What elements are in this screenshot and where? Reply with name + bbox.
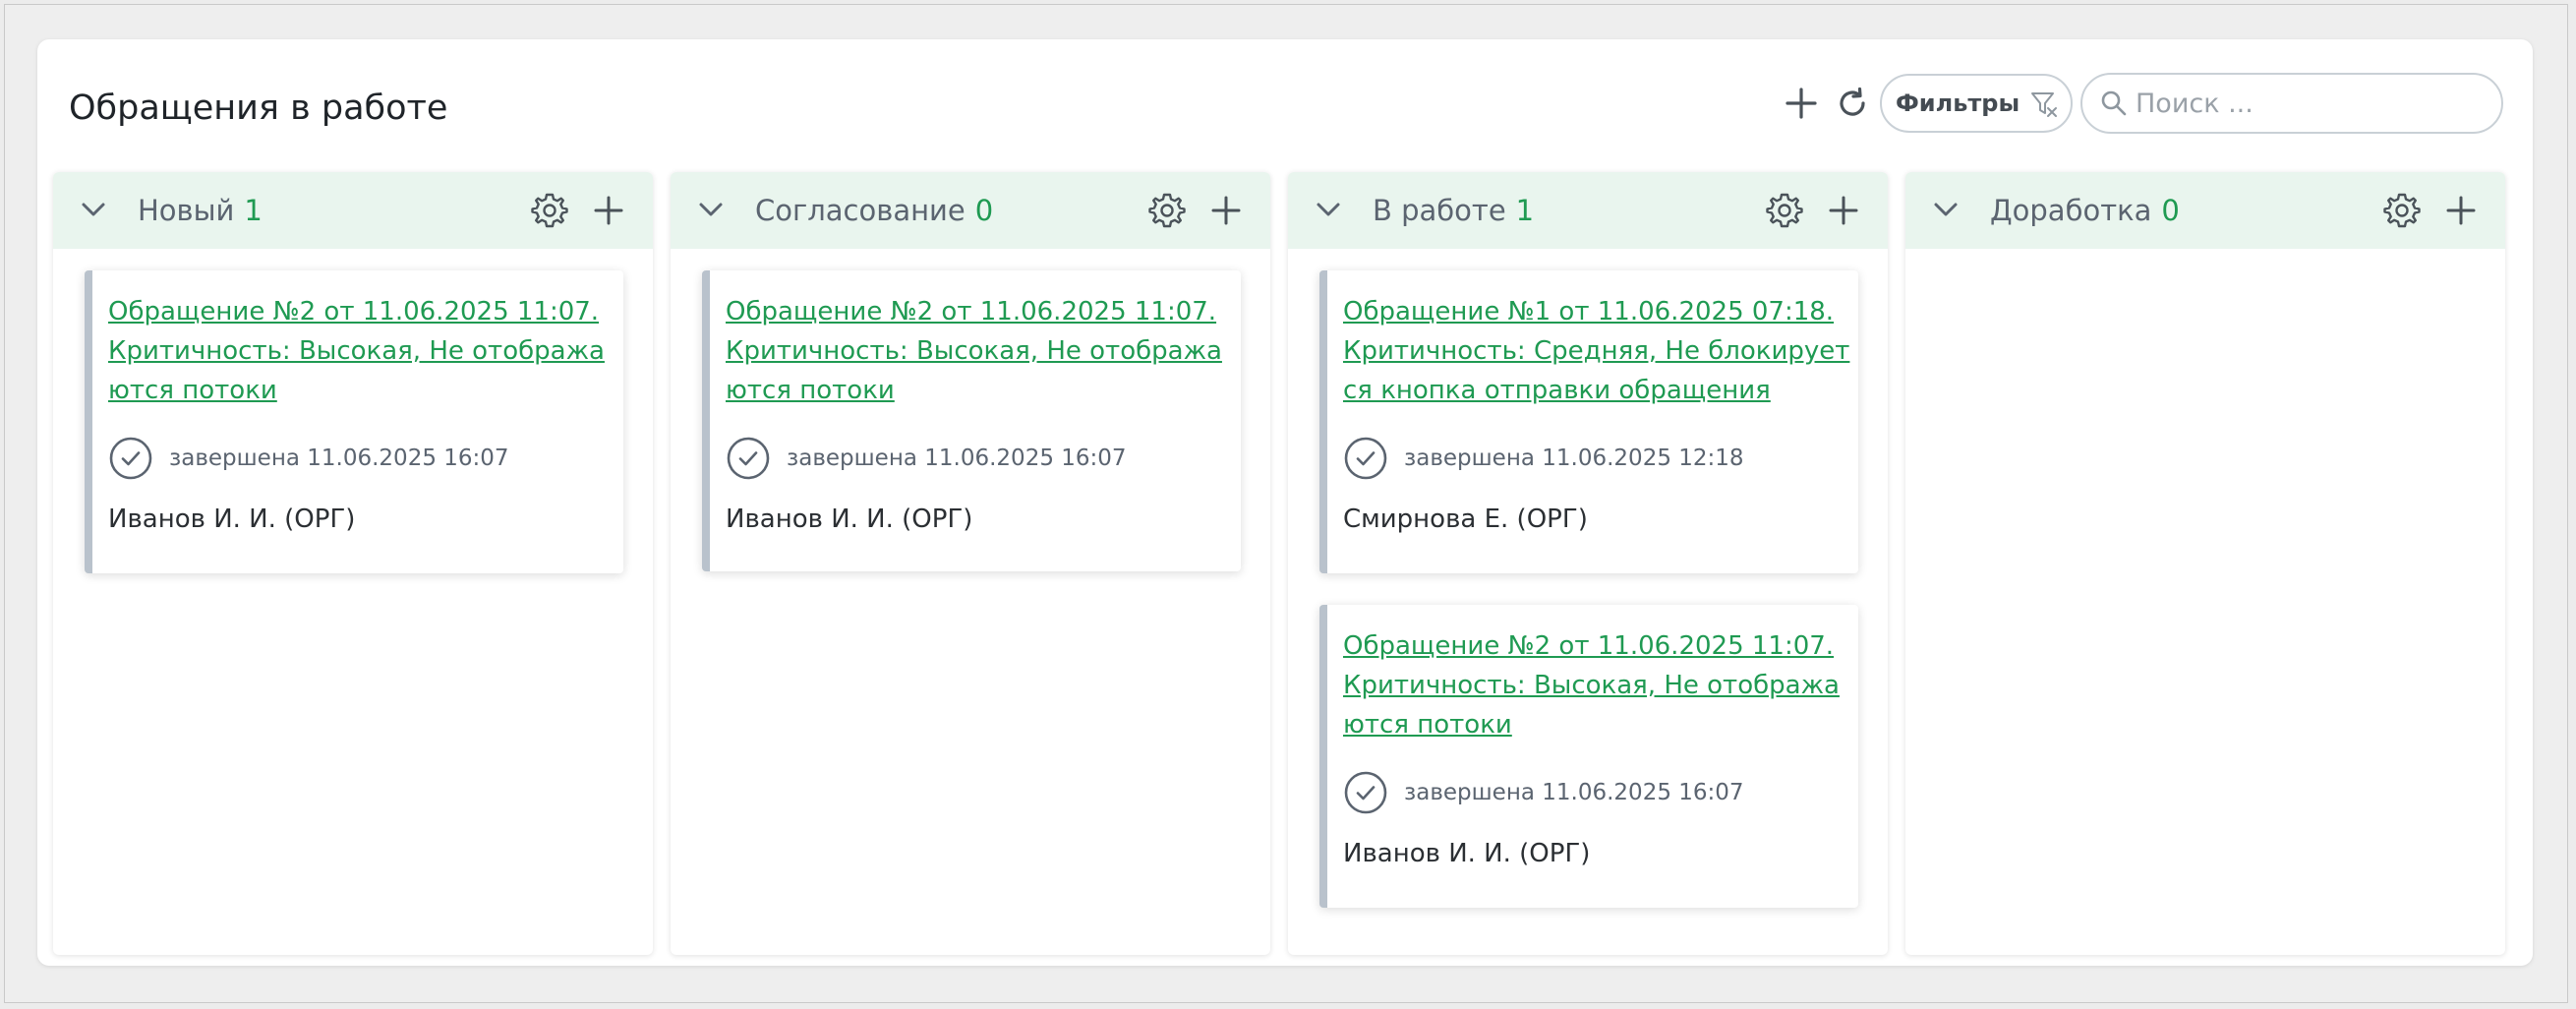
column-count: 1 xyxy=(244,194,263,227)
card-title-link[interactable]: Обращение №2 от 11.06.2025 11:07. Критич… xyxy=(1343,626,1854,744)
filters-button[interactable]: Фильтры xyxy=(1880,74,2073,133)
column-header: Новый 1 xyxy=(53,172,653,249)
card-title-link[interactable]: Обращение №1 от 11.06.2025 07:18. Критич… xyxy=(1343,292,1854,410)
gear-icon[interactable] xyxy=(531,192,568,229)
check-circle-icon xyxy=(1344,437,1387,480)
request-card[interactable]: Обращение №2 от 11.06.2025 11:07. Критич… xyxy=(702,270,1241,571)
refresh-button[interactable] xyxy=(1829,72,1876,135)
filter-clear-icon xyxy=(2031,92,2057,117)
chevron-down-icon[interactable] xyxy=(698,200,724,219)
column-header: В работе 1 xyxy=(1288,172,1888,249)
card-author: Иванов И. И. (ОРГ) xyxy=(1343,839,1591,868)
column-count: 1 xyxy=(1515,194,1535,227)
column-name: Доработка xyxy=(1990,194,2152,227)
card-status: завершена 11.06.2025 12:18 xyxy=(1343,436,1744,481)
column-rework: Доработка 0 xyxy=(1905,172,2505,955)
column-count: 0 xyxy=(2161,194,2180,227)
refresh-icon xyxy=(1840,87,1865,116)
card-author: Иванов И. И. (ОРГ) xyxy=(108,504,356,534)
filters-label: Фильтры xyxy=(1896,89,2020,117)
card-status-text: завершена 11.06.2025 12:18 xyxy=(1404,445,1744,471)
kanban-panel: Обращения в работе Фильтры Новый 1 Обраще… xyxy=(37,39,2533,966)
card-status-text: завершена 11.06.2025 16:07 xyxy=(1404,780,1744,805)
plus-icon xyxy=(1786,88,1817,119)
column-title: Новый 1 xyxy=(138,192,263,229)
column-header: Доработка 0 xyxy=(1905,172,2505,249)
card-author: Смирнова Е. (ОРГ) xyxy=(1343,504,1588,534)
request-card[interactable]: Обращение №2 от 11.06.2025 11:07. Критич… xyxy=(85,270,623,573)
column-name: Новый xyxy=(138,194,235,227)
card-status-text: завершена 11.06.2025 16:07 xyxy=(169,445,509,471)
card-title-link[interactable]: Обращение №2 от 11.06.2025 11:07. Критич… xyxy=(726,292,1237,410)
card-status: завершена 11.06.2025 16:07 xyxy=(1343,770,1744,815)
plus-icon[interactable] xyxy=(1829,196,1858,225)
search-box xyxy=(2080,73,2503,134)
column-in-progress: В работе 1 Обращение №1 от 11.06.2025 07:… xyxy=(1288,172,1888,955)
card-title-link[interactable]: Обращение №2 от 11.06.2025 11:07. Критич… xyxy=(108,292,619,410)
column-new: Новый 1 Обращение №2 от 11.06.2025 11:07.… xyxy=(53,172,653,955)
chevron-down-icon[interactable] xyxy=(1316,200,1341,219)
plus-icon[interactable] xyxy=(594,196,623,225)
check-circle-icon xyxy=(1344,771,1387,814)
plus-icon[interactable] xyxy=(2446,196,2476,225)
add-button[interactable] xyxy=(1778,72,1825,135)
page-title: Обращения в работе xyxy=(69,89,448,128)
search-input[interactable] xyxy=(2134,87,2472,120)
card-status-text: завершена 11.06.2025 16:07 xyxy=(787,445,1127,471)
column-count: 0 xyxy=(974,194,994,227)
column-title: Согласование 0 xyxy=(755,192,993,229)
column-header: Согласование 0 xyxy=(671,172,1270,249)
request-card[interactable]: Обращение №1 от 11.06.2025 07:18. Критич… xyxy=(1319,270,1858,573)
gear-icon[interactable] xyxy=(2383,192,2421,229)
card-status: завершена 11.06.2025 16:07 xyxy=(108,436,509,481)
column-name: Согласование xyxy=(755,194,966,227)
check-circle-icon xyxy=(727,437,770,480)
column-title: Доработка 0 xyxy=(1990,192,2180,229)
card-author: Иванов И. И. (ОРГ) xyxy=(726,504,973,534)
gear-icon[interactable] xyxy=(1148,192,1186,229)
plus-icon[interactable] xyxy=(1211,196,1241,225)
chevron-down-icon[interactable] xyxy=(81,200,106,219)
column-name: В работе xyxy=(1373,194,1506,227)
column-approval: Согласование 0 Обращение №2 от 11.06.2025… xyxy=(671,172,1270,955)
chevron-down-icon[interactable] xyxy=(1933,200,1959,219)
card-status: завершена 11.06.2025 16:07 xyxy=(726,436,1127,481)
column-title: В работе 1 xyxy=(1373,192,1534,229)
gear-icon[interactable] xyxy=(1766,192,1803,229)
check-circle-icon xyxy=(109,437,152,480)
search-icon xyxy=(2101,90,2127,116)
request-card[interactable]: Обращение №2 от 11.06.2025 11:07. Критич… xyxy=(1319,605,1858,908)
